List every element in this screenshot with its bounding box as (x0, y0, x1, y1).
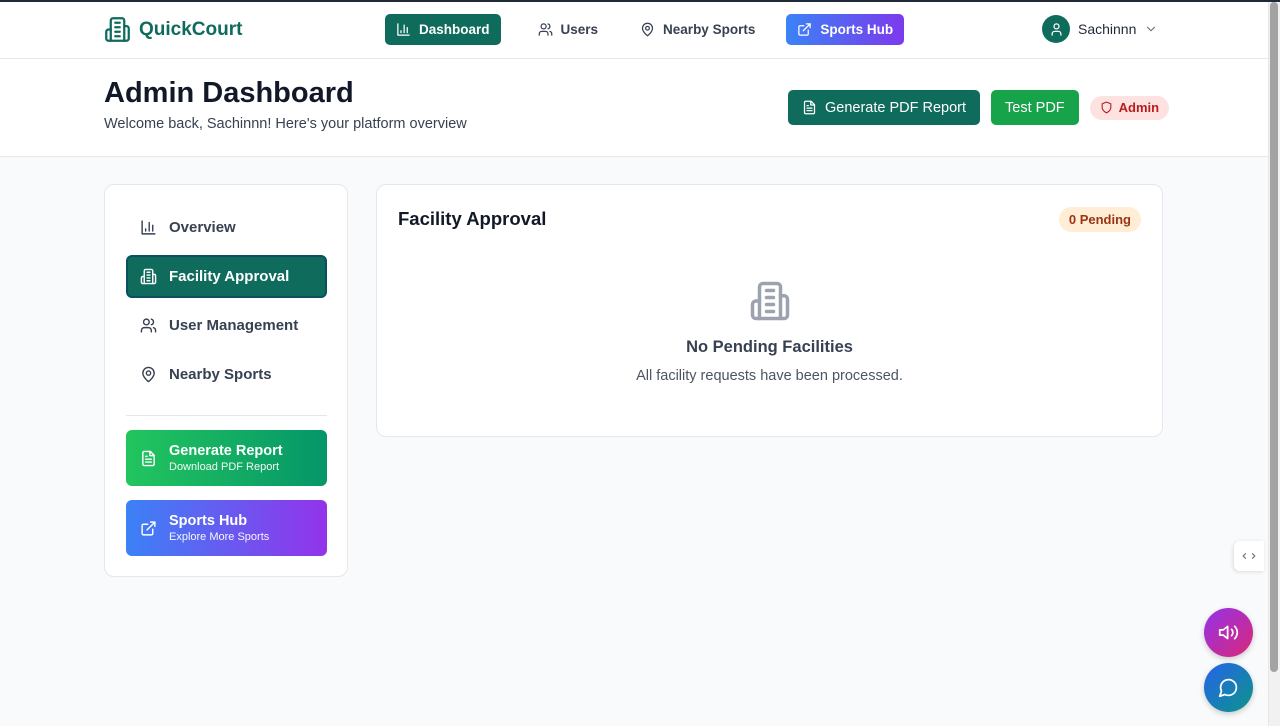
role-badge-label: Admin (1118, 100, 1160, 115)
user-name: Sachinnn (1078, 21, 1137, 37)
users-icon (538, 22, 553, 37)
generate-report-card[interactable]: Generate Report Download PDF Report (126, 430, 327, 486)
sidebar-item-label: Nearby Sports (169, 366, 272, 383)
test-pdf-button[interactable]: Test PDF (991, 90, 1079, 125)
sidebar-divider (126, 415, 327, 416)
top-navbar: QuickCourt Dashboard Users Nearby Sports… (0, 2, 1268, 59)
user-menu[interactable]: Sachinnn (1042, 15, 1158, 43)
nav-dashboard-label: Dashboard (419, 22, 490, 37)
sports-hub-title: Sports Hub (169, 512, 248, 529)
page-header: Admin Dashboard Welcome back, Sachinnn! … (0, 59, 1268, 157)
shield-icon (1100, 101, 1113, 114)
role-badge: Admin (1089, 95, 1170, 120)
nav-nearby-sports-label: Nearby Sports (663, 22, 756, 37)
external-link-icon (797, 22, 812, 37)
header-actions: Generate PDF Report Test PDF Admin (788, 90, 1170, 125)
bar-chart-icon (396, 22, 411, 37)
page-title: Admin Dashboard (104, 77, 354, 109)
empty-state-text: All facility requests have been processe… (636, 368, 903, 384)
sidebar-item-user-management[interactable]: User Management (126, 304, 327, 347)
extension-tab[interactable] (1234, 541, 1264, 571)
nav-users-label: Users (560, 22, 599, 37)
nav-sports-hub[interactable]: Sports Hub (786, 14, 905, 45)
building-icon (104, 16, 131, 43)
sidebar-item-nearby-sports[interactable]: Nearby Sports (126, 353, 327, 396)
panel-title: Facility Approval (398, 208, 547, 229)
file-text-icon (140, 450, 157, 467)
chevron-down-icon (1144, 22, 1158, 36)
generate-report-subtitle: Download PDF Report (169, 460, 280, 473)
external-link-icon (140, 520, 157, 537)
generate-report-title: Generate Report (169, 442, 283, 459)
megaphone-icon (1218, 622, 1239, 643)
sidebar-item-overview[interactable]: Overview (126, 206, 327, 249)
main-nav: Dashboard Users Nearby Sports Sports Hub (385, 14, 924, 45)
empty-state-title: No Pending Facilities (686, 338, 853, 356)
nav-dashboard[interactable]: Dashboard (385, 14, 501, 45)
sidebar-item-label: User Management (169, 317, 299, 334)
nav-sports-hub-label: Sports Hub (820, 22, 894, 37)
generate-pdf-report-button[interactable]: Generate PDF Report (788, 90, 981, 125)
chat-bubble-icon (1218, 677, 1239, 698)
nav-nearby-sports[interactable]: Nearby Sports (629, 14, 766, 45)
scrollbar-thumb[interactable] (1270, 2, 1278, 672)
users-icon (140, 317, 157, 334)
chat-button[interactable] (1204, 663, 1253, 712)
building-icon (140, 268, 157, 285)
generate-pdf-report-label: Generate PDF Report (825, 99, 967, 116)
file-text-icon (802, 100, 817, 115)
voice-assistant-button[interactable] (1204, 608, 1253, 657)
brand-logo[interactable]: QuickCourt (104, 16, 242, 43)
avatar (1042, 15, 1070, 43)
sidebar: Overview Facility Approval User Manageme… (104, 184, 348, 577)
nav-users[interactable]: Users (527, 14, 610, 45)
page-subtitle: Welcome back, Sachinnn! Here's your plat… (104, 116, 467, 132)
sports-hub-card[interactable]: Sports Hub Explore More Sports (126, 500, 327, 556)
facility-approval-panel: Facility Approval 0 Pending No Pending F… (376, 184, 1163, 437)
brand-name: QuickCourt (139, 18, 243, 40)
map-pin-icon (640, 22, 655, 37)
sidebar-item-label: Facility Approval (169, 268, 290, 285)
sidebar-item-label: Overview (169, 219, 236, 236)
code-icon (1242, 549, 1256, 563)
test-pdf-label: Test PDF (1005, 99, 1065, 116)
sidebar-item-facility-approval[interactable]: Facility Approval (126, 255, 327, 298)
generate-report-text: Generate Report Download PDF Report (169, 442, 283, 475)
bar-chart-icon (140, 219, 157, 236)
map-pin-icon (140, 366, 157, 383)
sports-hub-subtitle: Explore More Sports (169, 530, 270, 543)
pending-count-badge: 0 Pending (1058, 207, 1141, 232)
window-top-border (0, 0, 1280, 2)
sports-hub-text: Sports Hub Explore More Sports (169, 512, 269, 545)
building-icon (749, 280, 791, 322)
